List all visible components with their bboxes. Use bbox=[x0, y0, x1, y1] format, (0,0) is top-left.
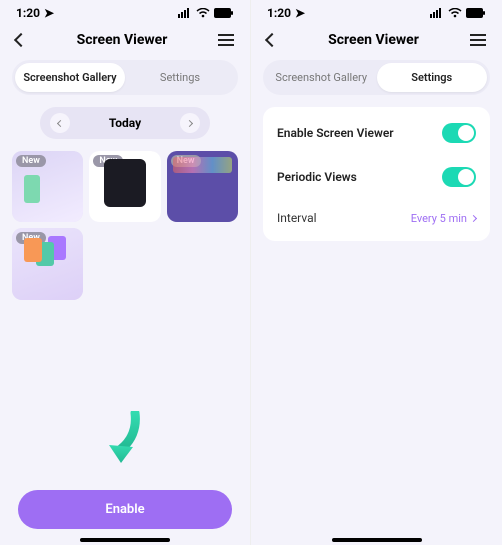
setting-periodic-views: Periodic Views bbox=[277, 155, 476, 199]
interval-value-text: Every 5 min bbox=[411, 212, 467, 225]
interval-value: Every 5 min bbox=[411, 212, 476, 225]
header: Screen Viewer bbox=[0, 22, 250, 60]
date-navigator: Today bbox=[40, 107, 210, 139]
signal-icon bbox=[430, 8, 444, 18]
screenshot-thumb[interactable]: New bbox=[89, 151, 160, 222]
enable-button[interactable]: Enable bbox=[18, 490, 232, 529]
home-indicator[interactable] bbox=[332, 538, 422, 542]
screenshot-thumb[interactable]: New bbox=[12, 228, 83, 299]
date-next-button[interactable] bbox=[180, 113, 200, 133]
chevron-left-icon bbox=[14, 33, 28, 47]
tab-bar: Screenshot Gallery Settings bbox=[12, 60, 238, 95]
tab-gallery[interactable]: Screenshot Gallery bbox=[15, 63, 125, 92]
back-button[interactable] bbox=[267, 35, 277, 45]
battery-icon bbox=[466, 8, 486, 18]
status-icons bbox=[430, 8, 486, 18]
screenshot-thumb[interactable]: New bbox=[12, 151, 83, 222]
page-title: Screen Viewer bbox=[328, 32, 419, 48]
chevron-right-icon bbox=[186, 119, 193, 126]
home-indicator[interactable] bbox=[80, 538, 170, 542]
status-bar: 1:20 ➤ bbox=[251, 0, 502, 22]
screenshot-grid: New New New New bbox=[0, 151, 250, 300]
tab-bar: Screenshot Gallery Settings bbox=[263, 60, 490, 95]
status-icons bbox=[178, 8, 234, 18]
enable-button-label: Enable bbox=[105, 502, 144, 517]
menu-button[interactable] bbox=[470, 34, 486, 46]
wifi-icon bbox=[196, 8, 210, 18]
toggle-enable-viewer[interactable] bbox=[442, 123, 476, 143]
location-icon: ➤ bbox=[44, 6, 54, 20]
setting-enable-viewer: Enable Screen Viewer bbox=[277, 111, 476, 155]
header: Screen Viewer bbox=[251, 22, 502, 60]
location-icon: ➤ bbox=[295, 6, 305, 20]
phone-settings: 1:20 ➤ Screen Viewer Screenshot Gallery … bbox=[251, 0, 502, 545]
menu-button[interactable] bbox=[218, 34, 234, 46]
signal-icon bbox=[178, 8, 192, 18]
status-bar: 1:20 ➤ bbox=[0, 0, 250, 22]
arrow-indicator bbox=[101, 411, 149, 475]
screenshot-thumb[interactable]: New bbox=[167, 151, 238, 222]
new-badge: New bbox=[16, 155, 46, 167]
battery-icon bbox=[214, 8, 234, 18]
status-time: 1:20 bbox=[16, 6, 40, 20]
tab-gallery[interactable]: Screenshot Gallery bbox=[266, 63, 377, 92]
new-badge: New bbox=[93, 155, 123, 167]
settings-card: Enable Screen Viewer Periodic Views Inte… bbox=[263, 107, 490, 241]
setting-label: Interval bbox=[277, 211, 317, 225]
page-title: Screen Viewer bbox=[77, 32, 168, 48]
toggle-periodic-views[interactable] bbox=[442, 167, 476, 187]
phone-gallery: 1:20 ➤ Screen Viewer Screenshot Gallery … bbox=[0, 0, 251, 545]
chevron-right-icon bbox=[470, 214, 477, 221]
date-label: Today bbox=[109, 116, 141, 130]
new-badge: New bbox=[16, 232, 46, 244]
chevron-left-icon bbox=[265, 33, 279, 47]
chevron-left-icon bbox=[56, 119, 63, 126]
new-badge: New bbox=[171, 155, 201, 167]
setting-interval[interactable]: Interval Every 5 min bbox=[277, 199, 476, 237]
setting-label: Enable Screen Viewer bbox=[277, 126, 394, 140]
tab-settings[interactable]: Settings bbox=[377, 63, 488, 92]
arrow-down-icon bbox=[101, 411, 149, 471]
date-prev-button[interactable] bbox=[50, 113, 70, 133]
wifi-icon bbox=[448, 8, 462, 18]
setting-label: Periodic Views bbox=[277, 170, 357, 184]
tab-settings[interactable]: Settings bbox=[125, 63, 235, 92]
status-time: 1:20 bbox=[267, 6, 291, 20]
back-button[interactable] bbox=[16, 35, 26, 45]
